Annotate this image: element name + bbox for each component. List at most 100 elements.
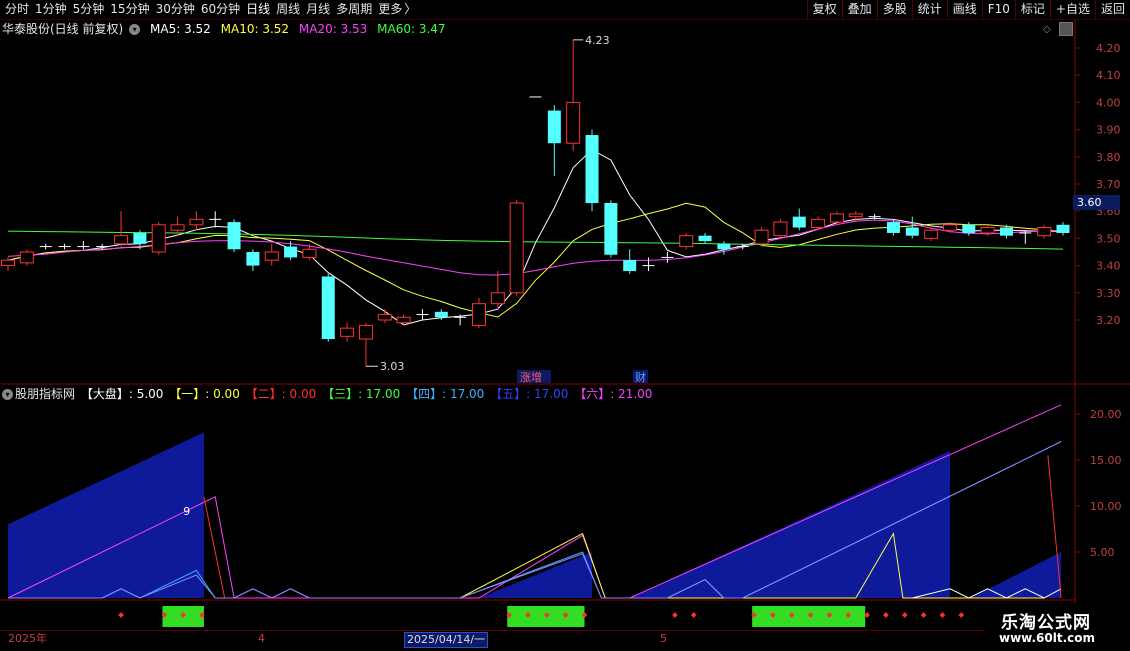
candle-body bbox=[264, 251, 279, 261]
ma10-line bbox=[7, 202, 1064, 318]
chevron-down-icon[interactable]: ▾ bbox=[129, 24, 141, 35]
price-tick-label: 4.00 bbox=[1096, 96, 1121, 109]
tab-more-label: 更多 bbox=[378, 2, 403, 16]
signal-dot bbox=[826, 612, 833, 618]
indicator-tick-label: 5.00 bbox=[1090, 546, 1115, 559]
scroll-handle[interactable] bbox=[1059, 22, 1073, 36]
tab-5min[interactable]: 5分钟 bbox=[73, 0, 105, 19]
tab-1min[interactable]: 1分钟 bbox=[35, 0, 67, 19]
candle-body bbox=[151, 224, 166, 253]
ma5-line bbox=[7, 149, 1063, 326]
line-dapan bbox=[912, 588, 1062, 599]
candle-body bbox=[284, 246, 298, 258]
date-axis: 2025年 4 2025/04/14/一 5 bbox=[0, 630, 1075, 651]
signal-dot bbox=[161, 612, 168, 618]
line-two-end bbox=[1047, 455, 1062, 599]
price-tick-label: 3.20 bbox=[1096, 314, 1121, 327]
watermark: 乐淘公式网 www.60lt.com bbox=[985, 604, 1130, 650]
watermark-title: 乐淘公式网 bbox=[1001, 613, 1091, 633]
signal-dot bbox=[581, 612, 588, 618]
statistics-button[interactable]: 统计 bbox=[911, 0, 947, 19]
ramp-area-1 bbox=[8, 432, 204, 598]
stock-title[interactable]: 华泰股份(日线 前复权) bbox=[2, 22, 123, 36]
signal-dot bbox=[180, 612, 187, 618]
signal-dot bbox=[864, 612, 870, 618]
signal-dot bbox=[770, 612, 776, 618]
candle-body bbox=[999, 227, 1013, 236]
draw-line-button[interactable]: 画线 bbox=[946, 0, 982, 19]
candle-body bbox=[227, 222, 241, 250]
legend-six: 【六】: 21.00 bbox=[574, 387, 653, 401]
chevron-right-icon: 〉 bbox=[404, 2, 417, 16]
indicator-title[interactable]: 股朋指标网 bbox=[15, 387, 75, 401]
diamond-icon[interactable]: ◇ bbox=[1043, 24, 1051, 35]
date-label-may: 5 bbox=[660, 632, 667, 645]
watermark-url: www.60lt.com bbox=[999, 631, 1096, 645]
candle-body bbox=[340, 327, 355, 337]
tab-15min[interactable]: 15分钟 bbox=[110, 0, 149, 19]
tab-weekly[interactable]: 周线 bbox=[276, 0, 300, 19]
candle-body bbox=[321, 276, 335, 340]
indicator-tick-label: 10.00 bbox=[1090, 500, 1122, 513]
candle-body bbox=[509, 202, 524, 294]
restore-rights-button[interactable]: 复权 bbox=[806, 0, 842, 19]
signal-dot bbox=[751, 612, 757, 618]
ma20-label: MA20: 3.53 bbox=[298, 22, 368, 36]
tab-more[interactable]: 更多〉 bbox=[378, 0, 416, 19]
price-tick-label: 4.20 bbox=[1096, 42, 1121, 55]
ma10-label: MA10: 3.52 bbox=[220, 22, 290, 36]
candle-body bbox=[773, 221, 788, 237]
legend-four: 【四】: 17.00 bbox=[406, 387, 485, 401]
signal-dot bbox=[672, 612, 678, 618]
add-watchlist-button[interactable]: +自选 bbox=[1049, 0, 1095, 19]
price-tick-label: 3.40 bbox=[1096, 260, 1121, 273]
legend-dapan: 【大盘】: 5.00 bbox=[80, 387, 164, 401]
f10-button[interactable]: F10 bbox=[981, 0, 1015, 19]
date-label-april: 4 bbox=[258, 632, 265, 645]
indicator-tick-label: 20.00 bbox=[1090, 408, 1122, 421]
tab-minute[interactable]: 分时 bbox=[5, 0, 29, 19]
candle-body bbox=[490, 292, 505, 305]
tab-60min[interactable]: 60分钟 bbox=[201, 0, 240, 19]
candle-body bbox=[962, 224, 976, 233]
candle-body bbox=[848, 213, 863, 218]
candle-body bbox=[980, 227, 995, 234]
signal-dot bbox=[788, 612, 795, 618]
signal-dot bbox=[920, 612, 927, 618]
signal-dot bbox=[807, 612, 814, 618]
tab-monthly[interactable]: 月线 bbox=[306, 0, 330, 19]
ma5-label: MA5: 3.52 bbox=[150, 22, 211, 36]
high-label: 4.23 bbox=[585, 34, 610, 47]
mark-button[interactable]: 标记 bbox=[1014, 0, 1050, 19]
tab-multi-period[interactable]: 多周期 bbox=[336, 0, 372, 19]
signal-dot bbox=[199, 612, 205, 618]
legend-one: 【一】: 0.00 bbox=[169, 387, 240, 401]
signal-dot bbox=[939, 612, 946, 618]
price-tick-label: 3.80 bbox=[1096, 151, 1121, 164]
ma20-line bbox=[7, 219, 1064, 276]
overlay-button[interactable]: 叠加 bbox=[841, 0, 877, 19]
signal-dot bbox=[118, 612, 124, 618]
candle-body bbox=[114, 235, 129, 245]
candle-body bbox=[886, 222, 900, 233]
price-chart[interactable]: 4.20 4.10 4.00 3.90 3.80 3.70 3.60 3.50 3.40 3.30… bbox=[0, 0, 1130, 650]
indicator-info: ▾ 股朋指标网 【大盘】: 5.00 【一】: 0.00 【二】: 0.00 【三… bbox=[2, 386, 654, 402]
ma60-line bbox=[7, 230, 1064, 250]
candle-body bbox=[1, 259, 15, 267]
legend-three: 【三】: 17.00 bbox=[322, 387, 401, 401]
signal-dot bbox=[543, 612, 550, 618]
candle-body bbox=[547, 110, 561, 144]
back-button[interactable]: 返回 bbox=[1094, 0, 1130, 19]
signal-dot bbox=[562, 612, 569, 618]
chevron-down-icon[interactable]: ▾ bbox=[2, 389, 13, 400]
candle-body bbox=[133, 232, 147, 244]
candle-body bbox=[434, 311, 448, 318]
line-two bbox=[203, 496, 226, 599]
finance-badge bbox=[633, 370, 648, 383]
multi-stock-button[interactable]: 多股 bbox=[876, 0, 912, 19]
tab-daily[interactable]: 日线 bbox=[246, 0, 270, 19]
toolbar: 分时 1分钟 5分钟 15分钟 30分钟 60分钟 日线 周线 月线 多周期 更… bbox=[0, 0, 1130, 20]
candle-body bbox=[471, 303, 486, 326]
limit-annotation: 涨增 bbox=[520, 370, 542, 384]
tab-30min[interactable]: 30分钟 bbox=[156, 0, 195, 19]
